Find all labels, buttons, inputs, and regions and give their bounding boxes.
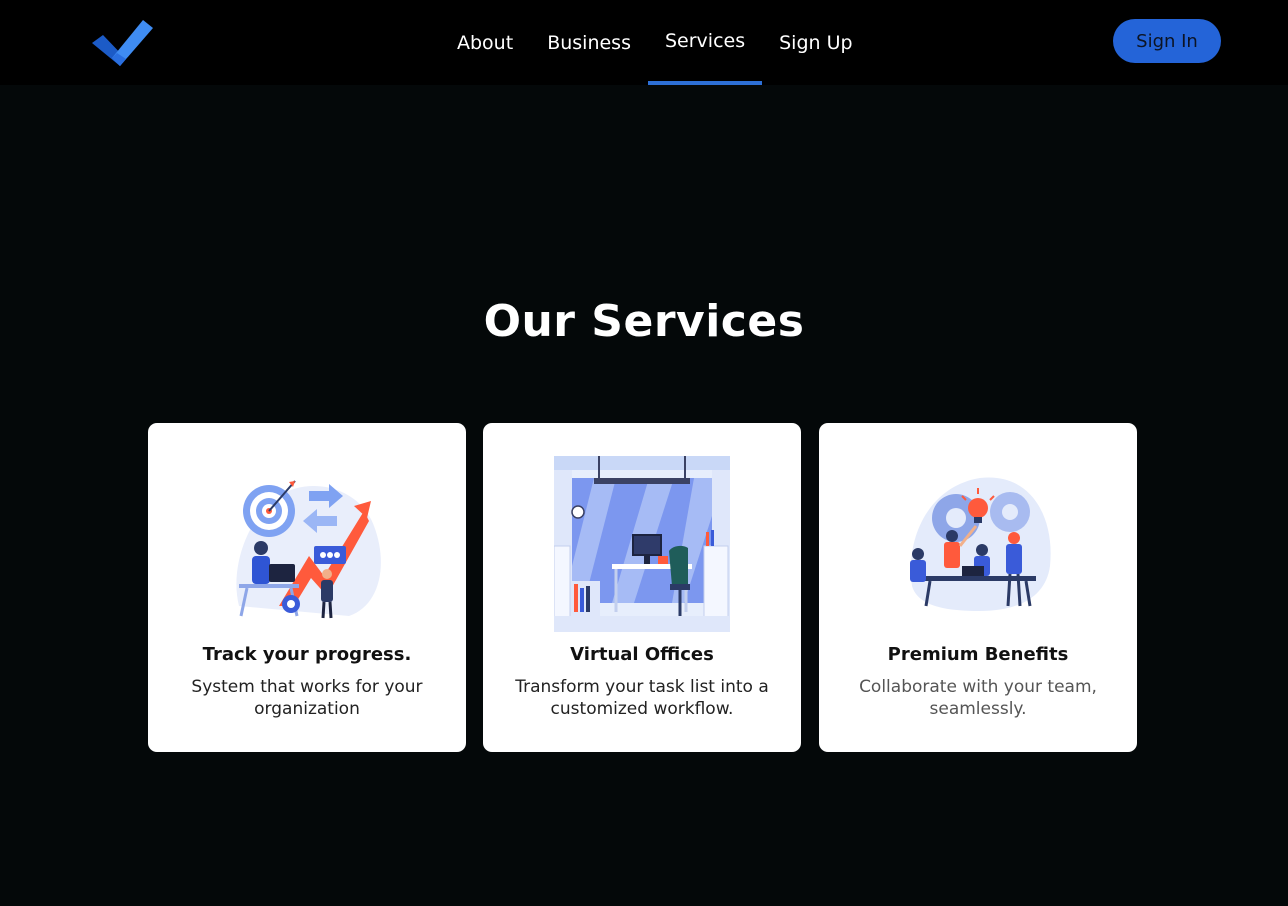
service-card-premium: Premium Benefits Collaborate with your t… <box>819 423 1137 752</box>
services-heading: Our Services <box>483 296 805 347</box>
service-card-virtual-offices: Virtual Offices Transform your task list… <box>483 423 801 752</box>
nav-link-signup-label: Sign Up <box>779 31 853 54</box>
team-collaboration-illustration <box>910 477 1051 611</box>
nav-link-services[interactable]: Services <box>647 0 763 85</box>
sign-in-button[interactable]: Sign In <box>1113 19 1221 63</box>
nav-link-business-label: Business <box>547 31 631 54</box>
virtual-office-illustration <box>554 456 730 632</box>
top-navbar: About Business Services Sign Up Sign In <box>0 0 1288 85</box>
card-progress-description: System that works for your organization <box>191 677 423 719</box>
progress-tracking-illustration <box>236 480 381 619</box>
nav-link-business[interactable]: Business <box>530 0 648 85</box>
nav-link-about[interactable]: About <box>440 0 530 85</box>
service-card-progress: Track your progress. System that works f… <box>148 423 466 752</box>
nav-link-about-label: About <box>457 31 514 54</box>
card-virtual-offices-title: Virtual Offices <box>570 644 714 665</box>
card-virtual-offices-description: Transform your task list into a customiz… <box>515 677 769 719</box>
main-nav: About Business Services Sign Up <box>440 0 870 85</box>
checkmark-logo-icon[interactable] <box>90 14 156 68</box>
card-premium-description: Collaborate with your team, seamlessly. <box>859 677 1097 719</box>
card-progress-title: Track your progress. <box>202 644 412 665</box>
nav-link-services-label: Services <box>664 29 746 52</box>
nav-link-signup[interactable]: Sign Up <box>762 0 869 85</box>
card-premium-title: Premium Benefits <box>887 644 1069 665</box>
